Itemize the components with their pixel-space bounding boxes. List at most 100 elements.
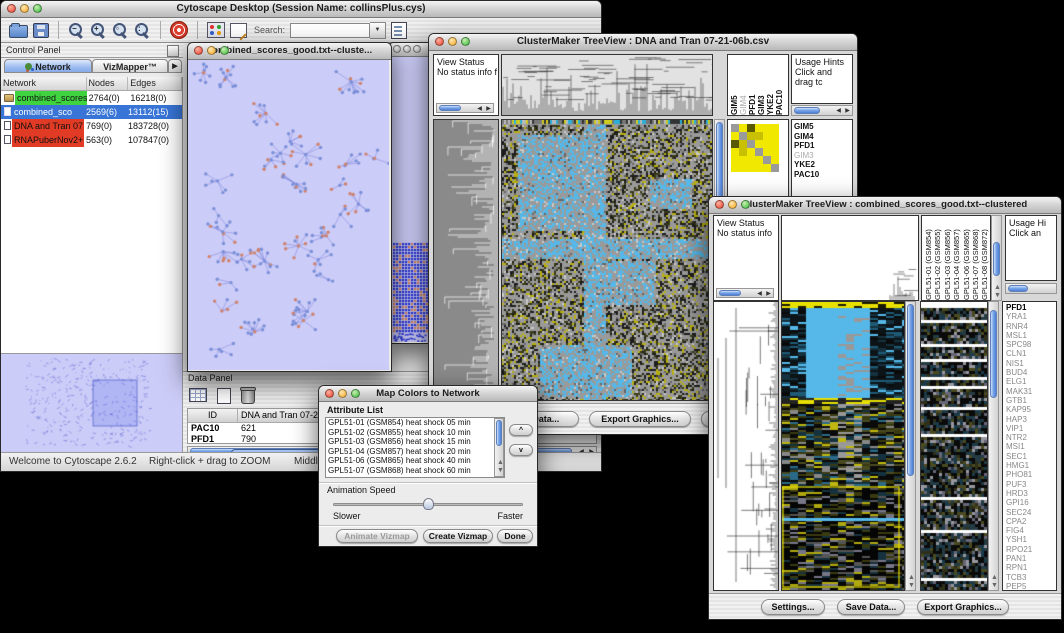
zoom-in-icon[interactable]: +: [90, 22, 107, 39]
vizmapper-icon[interactable]: [207, 22, 225, 38]
tv2-status-hscrollbar[interactable]: ◀ ▶: [716, 288, 774, 298]
tab-vizmapper[interactable]: VizMapper™: [92, 59, 168, 73]
treeview1-titlebar[interactable]: ClusterMaker TreeView : DNA and Tran 07-…: [429, 34, 857, 51]
gene-label[interactable]: SEC1: [1006, 452, 1056, 461]
gene-label[interactable]: CLN1: [1006, 349, 1056, 358]
gene-label[interactable]: PFD1: [1006, 303, 1056, 312]
network-row[interactable]: combined_sco 2569(6) 13112(15): [1, 105, 182, 119]
tv2-collabels-vscrollbar[interactable]: ▲ ▼: [991, 215, 1002, 301]
network-row[interactable]: RNAPuberNov2+ 563(0) 107847(0): [1, 133, 182, 147]
settings-button[interactable]: Settings...: [761, 599, 825, 615]
new-attribute-icon[interactable]: [217, 388, 231, 404]
zoom-selected-icon[interactable]: ▫: [112, 22, 129, 39]
column-label[interactable]: PAC10: [775, 55, 784, 115]
zoom-fit-icon[interactable]: :: [134, 22, 151, 39]
row-label[interactable]: PFD1: [794, 141, 852, 151]
move-up-button[interactable]: ^: [509, 424, 533, 436]
tabs-overflow-button[interactable]: ▶: [168, 59, 182, 73]
zoom-button[interactable]: [351, 389, 360, 398]
close-button[interactable]: [7, 4, 16, 13]
import-icon[interactable]: [391, 22, 407, 39]
list-item[interactable]: GPL51-04 (GSM857) heat shock 20 min: [326, 447, 504, 457]
correlation-matrix[interactable]: [731, 124, 779, 172]
create-vizmap-button[interactable]: Create Vizmap: [423, 529, 493, 543]
tv2-heatmap[interactable]: [781, 301, 905, 591]
network2-titlebar[interactable]: [390, 43, 432, 57]
done-button[interactable]: Done: [497, 529, 533, 543]
list-item[interactable]: GPL51-01 (GSM854) heat shock 05 min: [326, 418, 504, 428]
zoom-button[interactable]: [461, 37, 470, 46]
column-label[interactable]: GPL51-06 (GSM865): [962, 216, 971, 300]
scroll-left-icon[interactable]: ◀: [755, 290, 764, 298]
gene-label[interactable]: HMG1: [1006, 461, 1056, 470]
export-graphics-button[interactable]: Export Graphics...: [589, 411, 691, 427]
scroll-left-icon[interactable]: ◀: [475, 105, 484, 113]
close-button[interactable]: [325, 389, 334, 398]
tv1-row-dendrogram[interactable]: [433, 119, 499, 401]
gene-label[interactable]: NIS1: [1006, 359, 1056, 368]
close-button[interactable]: [194, 46, 203, 55]
open-network-icon[interactable]: [9, 25, 28, 38]
list-item[interactable]: GPL51-07 (GSM868) heat shock 60 min: [326, 466, 504, 476]
gene-label[interactable]: HAP3: [1006, 415, 1056, 424]
gene-label[interactable]: TCB3: [1006, 573, 1056, 582]
search-input[interactable]: [290, 23, 370, 38]
tv1-heatmap[interactable]: [501, 119, 713, 401]
network-row[interactable]: DNA and Tran 07 769(0) 183728(0): [1, 119, 182, 133]
network1-titlebar[interactable]: combined_scores_good.txt--cluste...: [188, 43, 391, 60]
minimize-button[interactable]: [728, 200, 737, 209]
gene-label[interactable]: NTR2: [1006, 433, 1056, 442]
attribute-list-vscrollbar[interactable]: ▲ ▼: [494, 418, 504, 477]
tv2-heatmap-vscrollbar[interactable]: ▲ ▼: [905, 301, 916, 591]
close-button[interactable]: [435, 37, 444, 46]
float-panel-icon[interactable]: [167, 45, 179, 57]
tv2-hints-hscrollbar[interactable]: [1005, 283, 1057, 294]
gene-label[interactable]: KAP95: [1006, 405, 1056, 414]
gene-label[interactable]: PHO81: [1006, 470, 1056, 479]
gene-label[interactable]: HRD3: [1006, 489, 1056, 498]
close-button[interactable]: [393, 45, 401, 53]
gene-label[interactable]: PAN1: [1006, 554, 1056, 563]
help-icon[interactable]: [170, 21, 188, 39]
scroll-right-icon[interactable]: ▶: [843, 107, 852, 115]
tv2-secondary-vscrollbar[interactable]: ▲ ▼: [988, 301, 999, 591]
gene-label[interactable]: PUF3: [1006, 480, 1056, 489]
column-label[interactable]: GPL51-08 (GSM872): [980, 216, 989, 300]
tv1-status-hscrollbar[interactable]: ◀ ▶: [436, 103, 494, 113]
minimize-button[interactable]: [448, 37, 457, 46]
column-label[interactable]: GPL51-01 (GSM854): [924, 216, 933, 300]
gene-label[interactable]: GPI16: [1006, 498, 1056, 507]
network-graph-canvas[interactable]: [188, 60, 389, 370]
tv1-hints-hscrollbar[interactable]: ◀ ▶: [791, 105, 853, 116]
tv2-column-dendrogram[interactable]: [781, 215, 919, 301]
treeview2-titlebar[interactable]: ClusterMaker TreeView : combined_scores_…: [709, 197, 1061, 214]
row-label[interactable]: GIM3: [794, 151, 852, 161]
scroll-down-icon[interactable]: ▼: [497, 466, 504, 476]
animate-vizmap-button[interactable]: Animate Vizmap: [336, 529, 418, 543]
column-label[interactable]: GIM3: [757, 55, 766, 115]
list-item[interactable]: GPL51-02 (GSM855) heat shock 10 min: [326, 428, 504, 438]
move-down-button[interactable]: v: [509, 444, 533, 456]
column-label[interactable]: GPL51-02 (GSM855): [933, 216, 942, 300]
row-label[interactable]: GIM5: [794, 122, 852, 132]
select-attributes-icon[interactable]: [189, 388, 207, 402]
minimize-button[interactable]: [403, 45, 411, 53]
column-label[interactable]: GPL51-03 (GSM856): [943, 216, 952, 300]
row-label[interactable]: PAC10: [794, 170, 852, 180]
column-label[interactable]: YKE2: [766, 55, 775, 115]
scroll-up-icon[interactable]: ▲: [908, 574, 915, 581]
search-dropdown-icon[interactable]: ▼: [370, 22, 386, 39]
zoom-button[interactable]: [741, 200, 750, 209]
close-button[interactable]: [715, 200, 724, 209]
gene-label[interactable]: MAK31: [1006, 387, 1056, 396]
scroll-down-icon[interactable]: ▼: [908, 582, 915, 589]
scroll-right-icon[interactable]: ▶: [764, 290, 773, 298]
zoom-button[interactable]: [220, 46, 229, 55]
scroll-left-icon[interactable]: ◀: [834, 107, 843, 115]
row-label[interactable]: YKE2: [794, 160, 852, 170]
zoom-button[interactable]: [413, 45, 421, 53]
column-label[interactable]: GIM4: [739, 55, 748, 115]
gene-label[interactable]: RNR4: [1006, 322, 1056, 331]
gene-label[interactable]: SPC98: [1006, 340, 1056, 349]
gene-label[interactable]: RPO21: [1006, 545, 1056, 554]
